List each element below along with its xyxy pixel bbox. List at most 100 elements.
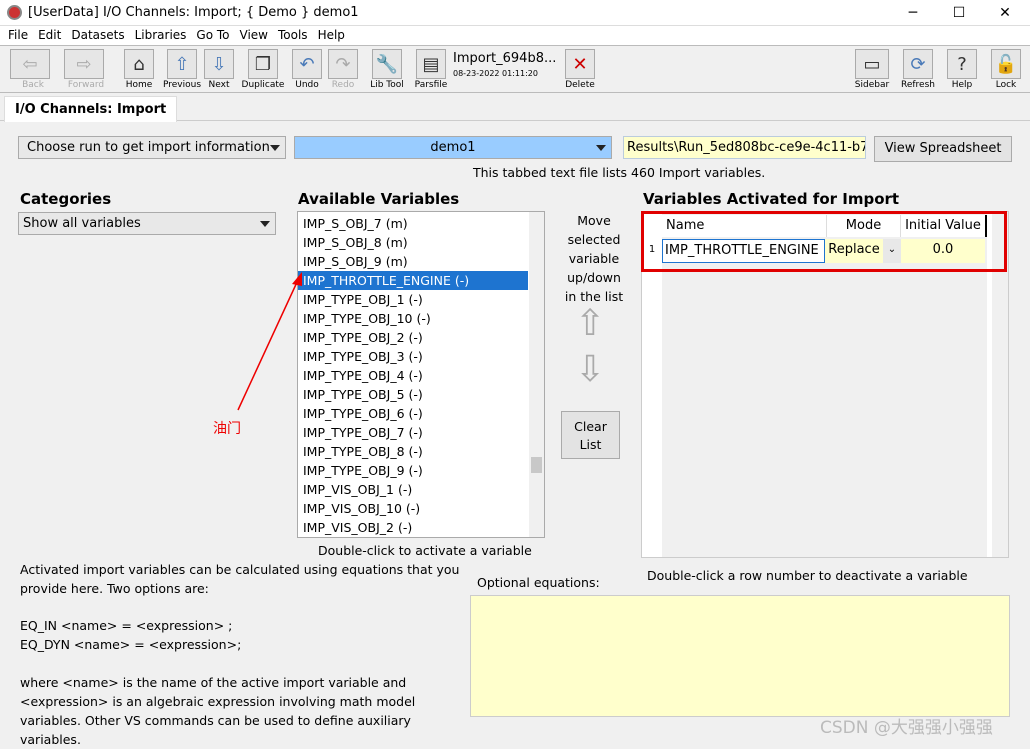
refresh-label: Refresh bbox=[901, 80, 935, 90]
deactivate-hint: Double-click a row number to deactivate … bbox=[647, 568, 968, 583]
annotation-arrow bbox=[237, 272, 302, 411]
next-button[interactable]: ⇩ bbox=[204, 49, 234, 79]
refresh-button[interactable]: ⟳ bbox=[903, 49, 933, 79]
title-bar: [UserData] I/O Channels: Import; { Demo … bbox=[0, 0, 1030, 26]
lib-tool-label: Lib Tool bbox=[370, 80, 404, 90]
menu-tools[interactable]: Tools bbox=[273, 26, 313, 44]
duplicate-button[interactable]: ❐ bbox=[248, 49, 278, 79]
optional-equations-label: Optional equations: bbox=[477, 575, 600, 590]
clear-list-button[interactable]: Clear List bbox=[561, 411, 620, 459]
menu-bar: File Edit Datasets Libraries Go To View Tools H… bbox=[0, 26, 1030, 45]
forward-button[interactable]: ⇨ bbox=[64, 49, 104, 79]
results-path-field[interactable]: Results\Run_5ed808bc-ce9e-4c11-b7a bbox=[623, 136, 866, 159]
list-item[interactable]: IMP_VIS_OBJ_2 (-) bbox=[298, 518, 528, 537]
undo-button[interactable]: ↶ bbox=[292, 49, 322, 79]
duplicate-label: Duplicate bbox=[241, 80, 285, 90]
menu-datasets[interactable]: Datasets bbox=[66, 26, 129, 44]
list-item[interactable]: IMP_TYPE_OBJ_5 (-) bbox=[298, 385, 528, 404]
chevron-down-icon bbox=[270, 145, 280, 151]
list-item[interactable]: IMP_TYPE_OBJ_3 (-) bbox=[298, 347, 528, 366]
view-spreadsheet-button[interactable]: View Spreadsheet bbox=[874, 136, 1012, 162]
home-icon: ⌂ bbox=[133, 53, 145, 75]
list-item[interactable]: IMP_TYPE_OBJ_4 (-) bbox=[298, 366, 528, 385]
import-info-text: This tabbed text file lists 460 Import v… bbox=[473, 165, 766, 180]
highlight-box bbox=[641, 211, 1007, 272]
menu-help[interactable]: Help bbox=[313, 26, 350, 44]
undo-icon: ↶ bbox=[299, 53, 315, 75]
list-item[interactable]: IMP_TYPE_OBJ_7 (-) bbox=[298, 423, 528, 442]
list-item[interactable]: IMP_TYPE_OBJ_8 (-) bbox=[298, 442, 528, 461]
up-arrow-icon: ⇧ bbox=[575, 303, 606, 344]
menu-goto[interactable]: Go To bbox=[191, 26, 234, 44]
list-item[interactable]: IMP_S_OBJ_7 (m) bbox=[298, 214, 528, 233]
list-scrollbar[interactable] bbox=[529, 212, 544, 537]
lock-label: Lock bbox=[995, 80, 1017, 90]
annotation-label: 油门 bbox=[213, 421, 241, 437]
run-selected-value: demo1 bbox=[430, 140, 476, 155]
eq-in-syntax: EQ_IN <name> = <expression> ; bbox=[20, 618, 233, 633]
move-up-button[interactable]: ⇧ bbox=[575, 306, 605, 342]
lock-button[interactable]: 🔓 bbox=[991, 49, 1021, 79]
lock-icon: 🔓 bbox=[994, 53, 1018, 75]
maximize-button[interactable]: ☐ bbox=[936, 0, 982, 26]
list-item[interactable]: IMP_TYPE_OBJ_10 (-) bbox=[298, 309, 528, 328]
sidebar-button[interactable]: ▭ bbox=[855, 49, 889, 79]
delete-label: Delete bbox=[565, 80, 595, 90]
parsfile-label: Parsfile bbox=[414, 80, 448, 90]
duplicate-icon: ❐ bbox=[254, 53, 272, 75]
categories-value: Show all variables bbox=[23, 216, 141, 231]
move-instructions: Move selected variable up/down in the li… bbox=[564, 213, 624, 304]
list-item[interactable]: IMP_VIS_OBJ_1 (-) bbox=[298, 480, 528, 499]
menu-edit[interactable]: Edit bbox=[33, 26, 66, 44]
optional-equations-textarea[interactable] bbox=[470, 595, 1010, 717]
menu-view[interactable]: View bbox=[235, 26, 273, 44]
menu-file[interactable]: File bbox=[0, 26, 33, 44]
list-item[interactable]: IMP_S_OBJ_9 (m) bbox=[298, 252, 528, 271]
back-arrow-icon: ⇦ bbox=[22, 53, 38, 75]
choose-run-label: Choose run to get import information bbox=[27, 140, 270, 155]
redo-icon: ↷ bbox=[335, 53, 351, 75]
window-title: [UserData] I/O Channels: Import; { Demo … bbox=[28, 5, 359, 20]
previous-button[interactable]: ⇧ bbox=[167, 49, 197, 79]
chevron-down-icon bbox=[596, 145, 606, 151]
categories-dropdown[interactable]: Show all variables bbox=[18, 212, 276, 235]
forward-label: Forward bbox=[67, 80, 105, 90]
eq-dyn-syntax: EQ_DYN <name> = <expression>; bbox=[20, 637, 242, 652]
delete-button[interactable]: ✕ bbox=[565, 49, 595, 79]
lib-tool-button[interactable]: 🔧 bbox=[372, 49, 402, 79]
dataset-date: 08-23-2022 01:11:20 bbox=[453, 69, 538, 78]
up-arrow-icon: ⇧ bbox=[174, 53, 190, 75]
choose-run-dropdown[interactable]: Choose run to get import information bbox=[18, 136, 286, 159]
minimize-button[interactable]: ─ bbox=[890, 0, 936, 26]
list-item[interactable]: IMP_TYPE_OBJ_2 (-) bbox=[298, 328, 528, 347]
chevron-down-icon bbox=[260, 221, 270, 227]
wrench-icon: 🔧 bbox=[375, 53, 399, 75]
help-icon: ? bbox=[957, 53, 967, 75]
back-button[interactable]: ⇦ bbox=[10, 49, 50, 79]
scrollbar-thumb[interactable] bbox=[531, 457, 542, 473]
home-button[interactable]: ⌂ bbox=[124, 49, 154, 79]
menu-libraries[interactable]: Libraries bbox=[130, 26, 192, 44]
forward-arrow-icon: ⇨ bbox=[76, 53, 92, 75]
redo-label: Redo bbox=[331, 80, 355, 90]
next-label: Next bbox=[208, 80, 230, 90]
help-button[interactable]: ? bbox=[947, 49, 977, 79]
close-button[interactable]: ✕ bbox=[982, 0, 1028, 26]
equations-description: where <name> is the name of the active i… bbox=[20, 675, 416, 747]
list-item[interactable]: IMP_THROTTLE_ENGINE (-) bbox=[298, 271, 528, 290]
tab-io-channels-import[interactable]: I/O Channels: Import bbox=[4, 96, 178, 122]
sidebar-icon: ▭ bbox=[863, 53, 881, 75]
activate-hint: Double-click to activate a variable bbox=[318, 543, 532, 558]
list-item[interactable]: IMP_S_OBJ_8 (m) bbox=[298, 233, 528, 252]
list-item[interactable]: IMP_VIS_OBJ_10 (-) bbox=[298, 499, 528, 518]
available-variables-list[interactable]: IMP_S_OBJ_7 (m) IMP_S_OBJ_8 (m) IMP_S_OBJ_… bbox=[297, 211, 545, 538]
run-select-dropdown[interactable]: demo1 bbox=[294, 136, 612, 159]
parsfile-button[interactable]: ▤ bbox=[416, 49, 446, 79]
list-item[interactable]: IMP_TYPE_OBJ_1 (-) bbox=[298, 290, 528, 309]
available-variables-heading: Available Variables bbox=[298, 190, 460, 208]
toolbar: ⇦ Back ⇨ Forward ⌂ Home ⇧ Previous ⇩ Nex… bbox=[0, 45, 1030, 93]
redo-button[interactable]: ↷ bbox=[328, 49, 358, 79]
list-item[interactable]: IMP_TYPE_OBJ_9 (-) bbox=[298, 461, 528, 480]
move-down-button[interactable]: ⇩ bbox=[575, 352, 605, 388]
list-item[interactable]: IMP_TYPE_OBJ_6 (-) bbox=[298, 404, 528, 423]
